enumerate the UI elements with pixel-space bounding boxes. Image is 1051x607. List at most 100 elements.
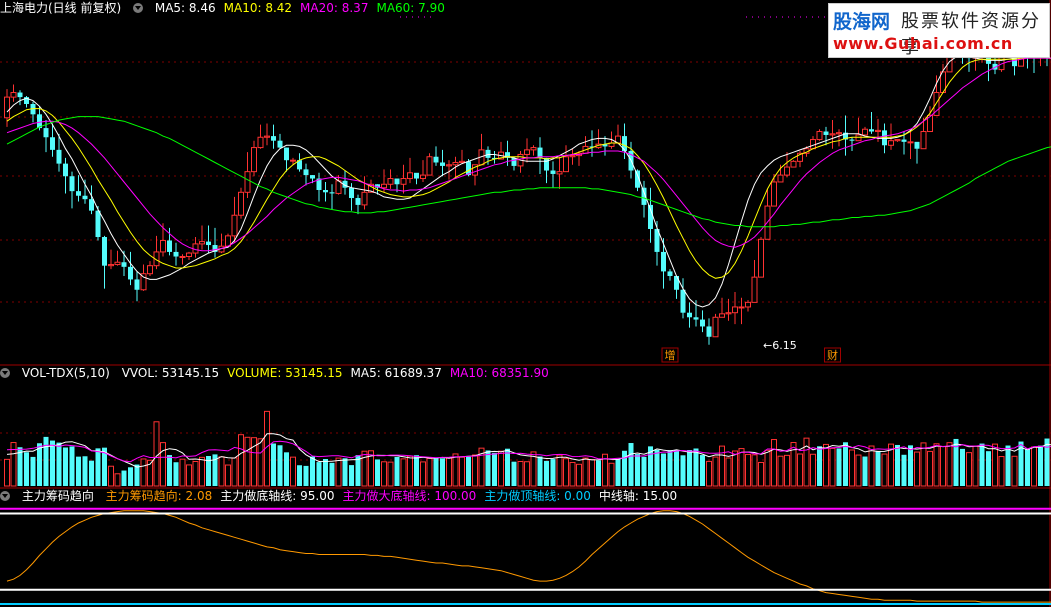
volume-bar-up — [569, 461, 576, 487]
candle-body-up — [719, 313, 725, 318]
volume-bar-up — [140, 458, 147, 487]
volume-bar-up — [381, 461, 387, 487]
candle-body-up — [725, 312, 732, 315]
volume-bar-down — [862, 456, 868, 486]
volume-bar-up — [933, 443, 940, 487]
volume-bar-down — [596, 460, 601, 486]
volume-bar-down — [628, 443, 634, 486]
price-panel-title[interactable]: 上海电力(日线 前复权) — [0, 1, 121, 15]
candle-body-up — [459, 160, 465, 163]
volume-bar-down — [414, 455, 419, 486]
volume-bar-up — [452, 453, 459, 487]
indicator-lines — [0, 507, 1051, 605]
volume-bar-up — [771, 439, 777, 487]
volume-bar-up — [972, 445, 979, 487]
candle-body-down — [206, 241, 211, 246]
indicator-panel-title[interactable]: 主力筹码趋向 — [22, 489, 94, 503]
candle-body-up — [751, 276, 758, 303]
volume-bar-up — [361, 450, 368, 487]
ma-line-ma60 — [6, 116, 1051, 228]
volume-bar-up — [868, 445, 875, 487]
candle-body-down — [323, 190, 328, 193]
volume-bar-up — [920, 442, 927, 487]
indicator-panel-header: 主力筹码趋向 主力筹码趋向: 2.08 主力做底轴线: 95.00 主力做大底轴线:… — [0, 488, 685, 504]
volume-panel-title[interactable]: VOL-TDX(5,10) — [22, 366, 110, 380]
volume-bar-up — [114, 473, 121, 487]
volume-bar-up — [290, 456, 296, 487]
candle-body-up — [186, 252, 192, 258]
volume-bar-up — [1011, 455, 1018, 487]
volume-bar-down — [544, 460, 549, 486]
volume-bar-up — [1031, 446, 1037, 487]
candle-body-down — [355, 198, 361, 205]
volume-bar-up — [712, 456, 719, 487]
candle-body-up — [264, 135, 270, 138]
volume-bar-up — [225, 464, 231, 487]
candle-body-down — [284, 147, 289, 161]
price-panel-header: 上海电力(日线 前复权) MA5: 8.46 MA10: 8.42 MA20: 8.… — [0, 0, 453, 16]
candle-body-up — [810, 139, 816, 150]
volume-bar-down — [30, 456, 36, 486]
volume-bar-up — [446, 457, 452, 487]
volume-bar-up — [498, 450, 504, 487]
indicator-line — [6, 510, 1051, 603]
volume-bar-up — [556, 454, 563, 487]
candle-body-up — [179, 256, 186, 259]
event-marker-label: 财 — [827, 348, 838, 362]
candle-body-down — [349, 187, 354, 199]
candle-body-up — [400, 178, 407, 185]
candle-body-down — [134, 279, 140, 290]
volume-bar-up — [966, 452, 972, 487]
site-logo[interactable]: 股海网 股票软件资源分享 www.Guhai.com.cn — [828, 3, 1050, 58]
candle-body-down — [394, 178, 400, 185]
volume-bar-down — [700, 455, 705, 486]
ma-line-ma5 — [6, 55, 1051, 308]
candle-body-up — [563, 156, 569, 173]
volume-bar-down — [89, 460, 94, 486]
volume-bar-down — [50, 440, 55, 486]
volume-bar-up — [810, 453, 816, 487]
volume-bar-down — [986, 451, 991, 486]
candle-body-up — [816, 131, 823, 141]
volume-bar-down — [674, 450, 679, 486]
candle-body-down — [121, 262, 127, 267]
candle-body-up — [361, 191, 368, 206]
volume-bar-up — [426, 457, 433, 487]
volume-bar-up — [823, 443, 829, 487]
candle-body-up — [790, 160, 797, 168]
candle-body-up — [738, 306, 745, 309]
volume-bar-down — [167, 455, 172, 486]
volume-bar-up — [192, 461, 199, 487]
volume-bar-up — [725, 457, 732, 487]
candle-body-up — [290, 159, 296, 162]
volume-bar-up — [946, 442, 953, 487]
volume-bar-up — [199, 456, 205, 487]
volume-bar-up — [738, 448, 745, 487]
volume-bar-down — [134, 464, 140, 486]
candle-body-up — [888, 140, 894, 146]
volume-bar-down — [843, 442, 848, 486]
volume-bar-up — [732, 450, 738, 487]
volume-bar-down — [635, 454, 640, 486]
volume-bar-up — [472, 454, 478, 487]
volume-bar-down — [550, 459, 556, 486]
legend-item: MA10: 68351.90 — [449, 366, 549, 380]
chevron-down-icon[interactable] — [0, 368, 10, 378]
volume-bar-up — [407, 455, 413, 487]
candle-body-down — [277, 140, 283, 148]
volume-bar-down — [56, 442, 62, 486]
volume-bar-down — [895, 444, 900, 486]
volume-bar-down — [622, 450, 627, 486]
candle-body-down — [102, 237, 107, 266]
volume-bar-up — [881, 453, 888, 487]
volume-bar-up — [335, 457, 342, 487]
chevron-down-icon[interactable] — [133, 3, 144, 13]
candle-body-up — [920, 131, 927, 150]
candle-body-down — [271, 136, 276, 141]
volume-bar-down — [1025, 448, 1030, 486]
candle-body-up — [530, 147, 537, 151]
volume-bar-down — [76, 456, 81, 486]
volume-bar-down — [329, 462, 335, 486]
volume-bar-down — [537, 456, 543, 486]
chevron-down-icon[interactable] — [0, 491, 10, 501]
